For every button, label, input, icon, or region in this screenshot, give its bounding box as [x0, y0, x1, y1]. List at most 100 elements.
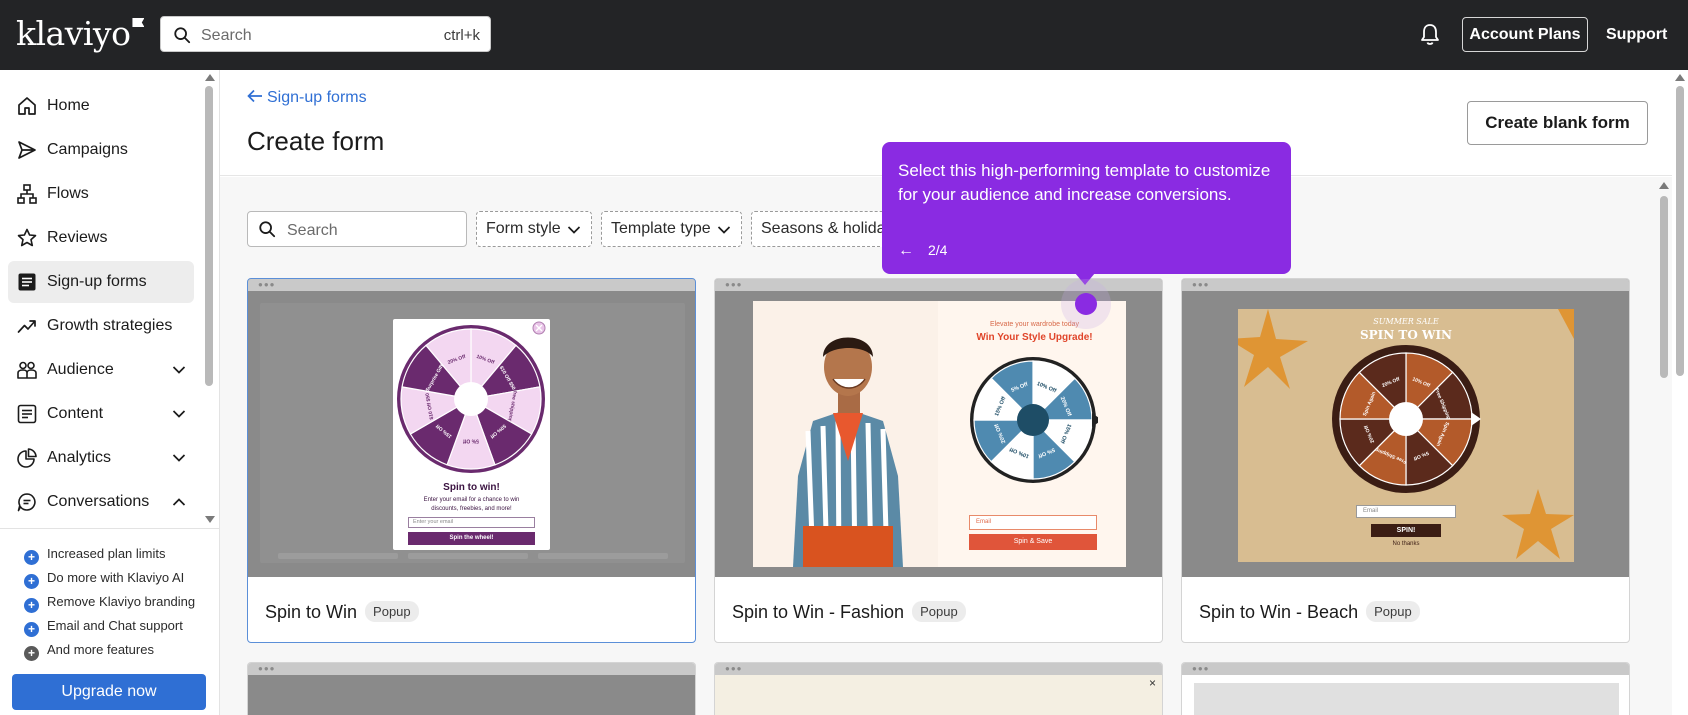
template-card-spin-to-win-fashion[interactable]: ●●● × Elevate your wardrobe today Win Yo… [714, 278, 1163, 643]
breadcrumb-label: Sign-up forms [267, 89, 367, 106]
gallery-scrollbar[interactable] [1660, 196, 1668, 378]
popup-email-input: Email [1356, 505, 1456, 518]
sidebar-item-label: Flows [47, 185, 89, 202]
popup-heading: Win Your Style Upgrade! [976, 332, 1093, 343]
sidebar-item-label: Audience [47, 361, 114, 378]
popup-preview: SUMMER SALE SPIN TO WIN 10% Off Free Ship… [1238, 309, 1574, 562]
create-blank-form-button[interactable]: Create blank form [1467, 101, 1648, 145]
chevron-down-icon [172, 454, 186, 462]
sidebar-item-label: Conversations [47, 493, 150, 510]
content-icon [17, 404, 37, 424]
arrow-left-icon[interactable]: ← [898, 242, 914, 259]
klaviyo-logo[interactable]: klaviyo [16, 14, 145, 53]
popup-eyebrow: SUMMER SALE [1373, 317, 1439, 326]
template-card-row2-1[interactable]: ●●● [247, 662, 696, 715]
popup-preview: × Elevate your wardrobe today Win Your S… [753, 301, 1126, 567]
page-scroll-up-arrow[interactable] [1675, 74, 1685, 81]
chevron-down-icon [717, 226, 731, 234]
browser-bar: ●●● [1182, 663, 1629, 675]
gallery-scroll-up-arrow[interactable] [1659, 182, 1669, 189]
account-plans-button[interactable]: Account Plans [1462, 17, 1588, 52]
sidebar-scroll-down-arrow[interactable] [205, 516, 215, 523]
card-title: Spin to Win Popup [265, 601, 419, 623]
sidebar-item-audience[interactable]: Audience [8, 349, 194, 391]
filter-label: Form style [486, 220, 561, 237]
home-icon [18, 97, 36, 115]
form-icon [18, 273, 36, 291]
template-preview: ●●● SUMMER SALE SPIN TO WIN 10% Off Free … [1182, 279, 1629, 577]
star-icon [17, 228, 37, 247]
sidebar-item-growth-strategies[interactable]: Growth strategies [8, 305, 194, 347]
template-card-spin-to-win-beach[interactable]: ●●● SUMMER SALE SPIN TO WIN 10% Off Free … [1181, 278, 1630, 643]
sidebar-item-content[interactable]: Content [8, 393, 194, 435]
popup-spin-button: SPIN! [1371, 524, 1441, 537]
popup-badge: Popup [365, 601, 419, 622]
popup-heading: Spin to win! [443, 482, 500, 493]
chevron-down-icon [172, 366, 186, 374]
popup-spin-button: Spin & Save [969, 534, 1097, 550]
card-title-text: Spin to Win - Beach [1199, 602, 1359, 622]
plus-icon: + [24, 598, 39, 613]
popup-spin-button: Spin the wheel! [408, 532, 535, 545]
feature-label: Email and Chat support [47, 618, 183, 633]
plus-icon: + [24, 574, 39, 589]
sidebar-item-label: Content [47, 405, 104, 422]
sidebar-scroll-up-arrow[interactable] [205, 74, 215, 81]
plus-icon: + [24, 622, 39, 637]
sidebar-scrollbar[interactable] [205, 86, 213, 386]
spin-wheel-purple: 10% Off$10 Off $50free shipping50% Off5%… [397, 321, 546, 473]
search-icon [259, 221, 276, 238]
sidebar-item-home[interactable]: Home [8, 85, 194, 127]
form-style-filter[interactable]: Form style [476, 211, 592, 247]
spin-wheel-blue: 10% Off20% Off15% Off5% Off10% Off20% Of… [970, 357, 1098, 483]
global-search-input[interactable]: Search ctrl+k [160, 16, 491, 52]
bell-icon[interactable] [1419, 23, 1441, 47]
feature-item: + Email and Chat support [24, 618, 183, 637]
filter-label: Template type [611, 220, 711, 237]
tooltip-tail [1075, 273, 1095, 285]
wheel-slice-label: 5% Off [463, 438, 479, 444]
sidebar-item-label: Reviews [47, 229, 108, 246]
sidebar-item-analytics[interactable]: Analytics [8, 437, 194, 479]
popup-heading: SPIN TO WIN [1359, 328, 1453, 342]
card-title: Spin to Win - Beach Popup [1199, 601, 1420, 623]
support-link[interactable]: Support [1606, 26, 1667, 44]
sidebar-item-label: Growth strategies [47, 317, 173, 334]
template-card-row2-2[interactable]: ●●● × [714, 662, 1163, 715]
sidebar-item-conversations[interactable]: Conversations [8, 481, 194, 523]
page-scrollbar[interactable] [1676, 86, 1684, 376]
template-search-input[interactable]: Search [247, 211, 467, 247]
feature-label: Increased plan limits [47, 546, 166, 561]
popup-body: Enter your email for a chance to win dis… [423, 497, 520, 512]
browser-dots-icon: ●●● [725, 664, 743, 673]
breadcrumb[interactable]: Sign-up forms [247, 89, 367, 107]
seasons-holidays-filter[interactable]: Seasons & holidays [751, 211, 891, 247]
popup-preview: 10% Off $10 Off $50 free shipping 50% Off 5%… [393, 319, 550, 550]
sidebar-item-sign-up-forms[interactable]: Sign-up forms [8, 261, 194, 303]
template-card-spin-to-win[interactable]: ●●● 10% Off $10 Off $50 free shipping 50% O… [247, 278, 696, 643]
popup-eyebrow: Elevate your wardrobe today [989, 321, 1080, 328]
flow-icon [17, 184, 37, 204]
search-placeholder: Search [201, 27, 252, 44]
popup-badge: Popup [1366, 601, 1420, 622]
sidebar-item-reviews[interactable]: Reviews [8, 217, 194, 259]
template-preview: ●●● × Elevate your wardrobe today Win Yo… [715, 279, 1162, 577]
popup-badge: Popup [912, 601, 966, 622]
chevron-up-icon [172, 498, 186, 506]
upgrade-now-button[interactable]: Upgrade now [12, 674, 206, 710]
browser-bar: ●●● [715, 663, 1162, 675]
sidebar-item-campaigns[interactable]: Campaigns [8, 129, 194, 171]
feature-label: Do more with Klaviyo AI [47, 570, 185, 585]
popup-email-input: Enter your email [408, 517, 535, 528]
sidebar-item-flows[interactable]: Flows [8, 173, 194, 215]
arrow-left-icon [247, 89, 262, 103]
browser-dots-icon: ●●● [258, 280, 276, 289]
logo-flag-icon [132, 18, 145, 27]
feature-label: And more features [47, 642, 154, 657]
browser-dots-icon: ●●● [1192, 664, 1210, 673]
top-bar: klaviyo Search ctrl+k Account Plans Supp… [0, 0, 1688, 70]
tooltip-hotspot[interactable] [1075, 293, 1097, 315]
template-type-filter[interactable]: Template type [601, 211, 742, 247]
chevron-down-icon [172, 410, 186, 418]
template-card-row2-3[interactable]: ●●● [1181, 662, 1630, 715]
